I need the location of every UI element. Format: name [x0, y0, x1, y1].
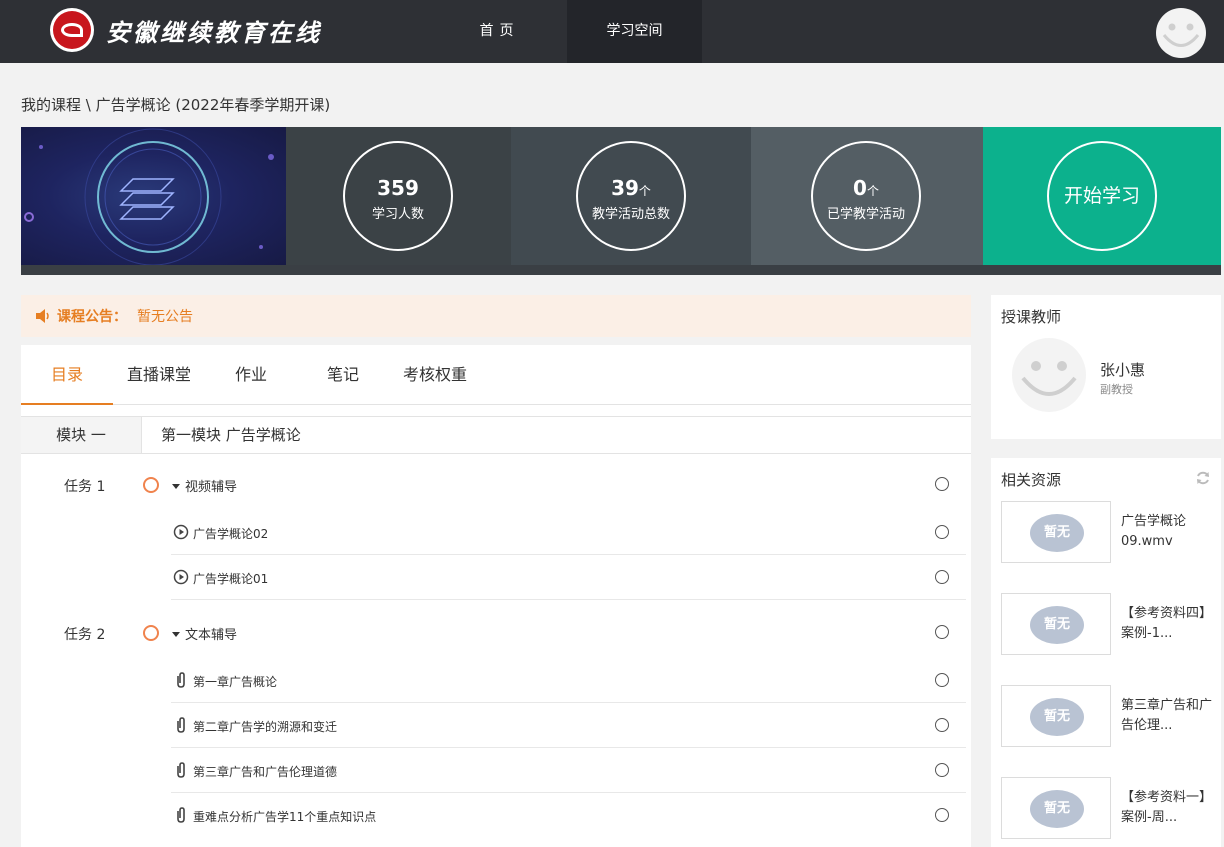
stat-label: 学习人数 [371, 207, 424, 222]
task-row[interactable]: 任务 2 文本辅导 [21, 612, 971, 652]
notice-text: 暂无公告 [137, 309, 193, 325]
stat-label: 已学教学活动 [826, 207, 905, 222]
resource-thumbnail: 暂无 [1001, 777, 1111, 839]
teacher-role: 副教授 [1100, 383, 1133, 396]
module-label: 模块 一 [21, 417, 142, 453]
notice-label: 课程公告： [57, 309, 127, 325]
smiley-face-icon [1021, 361, 1077, 396]
completion-circle-icon [935, 477, 949, 491]
caret-down-icon [172, 484, 180, 489]
task-row[interactable]: 任务 1 视频辅导 [21, 464, 971, 504]
smiley-face-icon [1162, 23, 1200, 47]
tab-homework[interactable]: 作业 [205, 345, 297, 405]
item-title: 第二章广告学的溯源和变迁 [193, 720, 338, 734]
teacher-card-title: 授课教师 [1001, 308, 1062, 326]
completion-circle-icon [935, 625, 949, 639]
nav-learning-space[interactable]: 学习空间 [567, 0, 702, 63]
stat-label: 教学活动总数 [591, 207, 670, 222]
list-item[interactable]: 第三章广告和广告伦理道德 [171, 748, 966, 793]
no-image-badge: 暂无 [1030, 514, 1084, 552]
task-title: 视频辅导 [185, 480, 238, 495]
start-learning-label: 开始学习 [1047, 141, 1157, 251]
attachment-icon [177, 762, 185, 778]
resource-item[interactable]: 暂无 【参考资料四】案例-1... [1001, 593, 1216, 655]
content-tabs: 目录 直播课堂 作业 笔记 考核权重 [21, 345, 971, 405]
task-label: 任务 2 [64, 627, 106, 643]
attachment-icon [177, 717, 185, 733]
stat-value: 39 [611, 176, 639, 200]
item-title: 第一章广告概论 [193, 675, 278, 689]
resource-item[interactable]: 暂无 【参考资料一】案例-周... [1001, 777, 1216, 839]
related-resources-card: 相关资源 暂无 广告学概论09.wmv 暂无 【参考资料四】案例-1... 暂无… [991, 458, 1221, 847]
course-cover-image [21, 127, 286, 265]
stat-value: 0 [853, 176, 867, 200]
resource-thumbnail: 暂无 [1001, 685, 1111, 747]
attachment-icon [177, 672, 185, 688]
list-item[interactable]: 第一章广告概论 [171, 658, 966, 703]
speaker-icon [36, 309, 49, 323]
top-header: 安徽继续教育在线 首页 学习空间 [0, 0, 1224, 63]
resource-name: 第三章广告和广告伦理... [1121, 698, 1213, 733]
play-icon [173, 524, 189, 540]
tab-assessment-weight[interactable]: 考核权重 [389, 345, 481, 405]
no-image-badge: 暂无 [1030, 698, 1084, 736]
attachment-icon [177, 807, 185, 823]
tab-notes[interactable]: 笔记 [297, 345, 389, 405]
logo-text: 安徽继续教育在线 [106, 17, 322, 47]
resource-name: 【参考资料四】案例-1... [1121, 606, 1213, 641]
item-title: 广告学概论01 [193, 572, 269, 586]
stat-total-activities: 39个 教学活动总数 [511, 127, 751, 265]
teacher-card: 授课教师 张小惠 副教授 [991, 295, 1221, 439]
logo-seal-icon [50, 8, 94, 52]
resource-item[interactable]: 暂无 第三章广告和广告伦理... [1001, 685, 1216, 747]
list-item[interactable]: 广告学概论02 [171, 510, 966, 555]
resource-name: 广告学概论09.wmv [1121, 514, 1187, 549]
caret-down-icon [172, 632, 180, 637]
item-title: 广告学概论02 [193, 527, 269, 541]
resources-card-title: 相关资源 [1001, 471, 1062, 489]
module-title: 第一模块 广告学概论 [161, 426, 301, 444]
completion-circle-icon [935, 525, 949, 539]
item-title: 第三章广告和广告伦理道德 [193, 765, 338, 779]
nav-home[interactable]: 首页 [432, 0, 567, 63]
teacher-avatar[interactable] [1012, 338, 1086, 412]
module-header: 模块 一 第一模块 广告学概论 [21, 416, 971, 454]
list-item[interactable]: 广告学概论01 [171, 555, 966, 600]
tab-catalog[interactable]: 目录 [21, 345, 113, 405]
course-content-panel: 目录 直播课堂 作业 笔记 考核权重 模块 一 第一模块 广告学概论 任务 1 … [21, 345, 971, 847]
list-item[interactable]: 第二章广告学的溯源和变迁 [171, 703, 966, 748]
stat-value: 359 [377, 176, 419, 200]
layers-icon [24, 128, 274, 265]
completion-circle-icon [935, 570, 949, 584]
item-title: 重难点分析广告学11个重点知识点 [193, 810, 377, 824]
no-image-badge: 暂无 [1030, 790, 1084, 828]
task-label: 任务 1 [64, 479, 106, 495]
stat-completed-activities: 0个 已学教学活动 [751, 127, 983, 265]
task-status-ring-icon [143, 625, 159, 641]
completion-circle-icon [935, 808, 949, 822]
main-nav: 首页 学习空间 [432, 0, 702, 63]
breadcrumb: 我的课程 \ 广告学概论 (2022年春季学期开课) [21, 96, 331, 114]
task-status-ring-icon [143, 477, 159, 493]
start-learning-button[interactable]: 开始学习 [983, 127, 1221, 265]
tab-live-class[interactable]: 直播课堂 [113, 345, 205, 405]
teacher-name: 张小惠 [1100, 361, 1146, 379]
resource-thumbnail: 暂无 [1001, 501, 1111, 563]
completion-circle-icon [935, 673, 949, 687]
refresh-icon[interactable] [1195, 470, 1211, 486]
resource-name: 【参考资料一】案例-周... [1121, 790, 1213, 825]
stat-learners: 359 学习人数 [286, 127, 511, 265]
list-item[interactable]: 重难点分析广告学11个重点知识点 [171, 793, 966, 838]
course-banner: 359 学习人数 39个 教学活动总数 0个 已学教学活动 开始学习 [21, 127, 1221, 275]
task-title: 文本辅导 [185, 628, 238, 643]
site-logo[interactable]: 安徽继续教育在线 [50, 6, 322, 54]
user-avatar[interactable] [1156, 8, 1206, 58]
resource-thumbnail: 暂无 [1001, 593, 1111, 655]
completion-circle-icon [935, 718, 949, 732]
play-icon [173, 569, 189, 585]
no-image-badge: 暂无 [1030, 606, 1084, 644]
course-notice: 课程公告： 暂无公告 [21, 295, 971, 337]
resource-item[interactable]: 暂无 广告学概论09.wmv [1001, 501, 1216, 563]
completion-circle-icon [935, 763, 949, 777]
